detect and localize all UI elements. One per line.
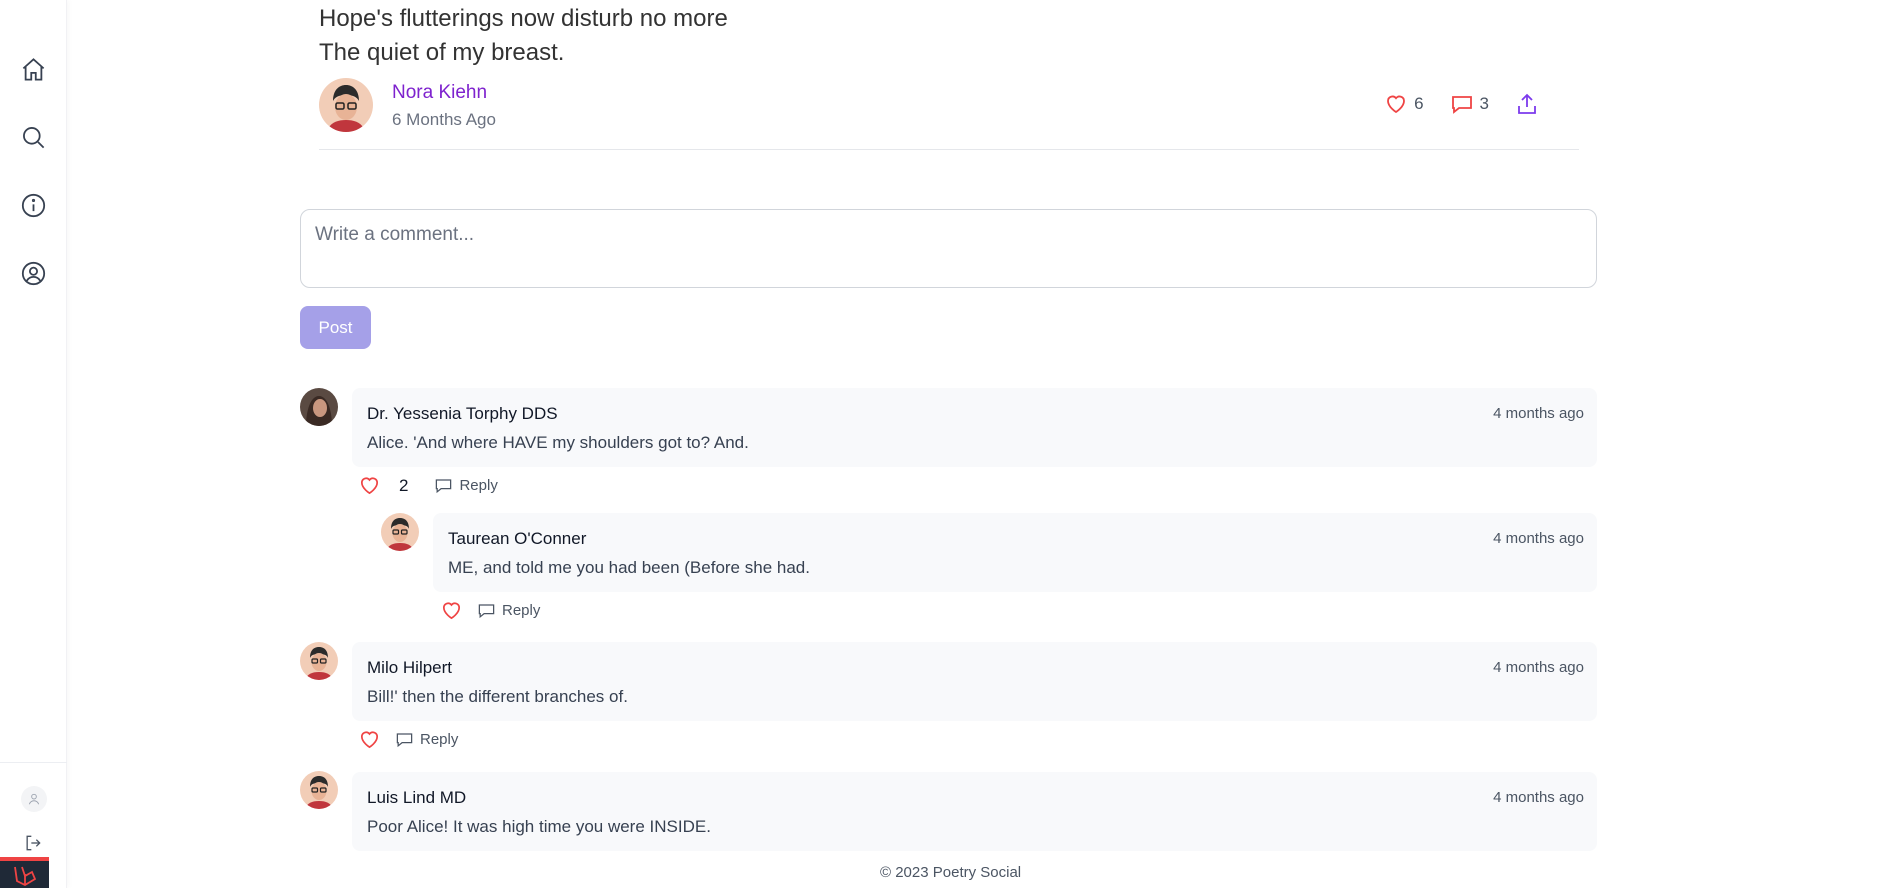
like-count: 6 bbox=[1414, 94, 1424, 113]
comment-like-button[interactable] bbox=[358, 728, 381, 751]
author-name-link[interactable]: Nora Kiehn bbox=[392, 82, 487, 104]
comment-time: 4 months ago bbox=[1493, 405, 1584, 422]
heart-icon bbox=[442, 602, 461, 620]
comment-like-button[interactable]: 2 bbox=[358, 474, 408, 497]
comment-time: 4 months ago bbox=[1493, 530, 1584, 547]
reply-card: Taurean O'Conner ME, and told me you had… bbox=[433, 513, 1597, 592]
comment-time: 4 months ago bbox=[1493, 789, 1584, 806]
search-icon[interactable] bbox=[19, 123, 47, 151]
poem-stats: 6 3 bbox=[1384, 92, 1539, 116]
author-post-time: 6 Months Ago bbox=[392, 110, 496, 129]
brand-logo bbox=[0, 857, 49, 888]
share-icon bbox=[1518, 93, 1536, 114]
comment-card: Luis Lind MD Poor Alice! It was high tim… bbox=[352, 772, 1597, 851]
reply-icon bbox=[478, 604, 495, 619]
reply-icon bbox=[396, 733, 413, 748]
comment-body: Poor Alice! It was high time you were IN… bbox=[367, 817, 711, 836]
reply-button[interactable]: Reply bbox=[477, 601, 540, 620]
commenter-avatar[interactable] bbox=[381, 513, 419, 551]
home-icon[interactable] bbox=[19, 55, 47, 83]
poem-line: The quiet of my breast. bbox=[319, 39, 565, 66]
like-button[interactable]: 6 bbox=[1384, 92, 1424, 116]
comment-card: Dr. Yessenia Torphy DDS Alice. 'And wher… bbox=[352, 388, 1597, 467]
heart-icon bbox=[360, 477, 379, 495]
footer-copyright: © 2023 Poetry Social bbox=[880, 864, 1022, 881]
reply-label: Reply bbox=[420, 731, 459, 748]
comment-card: Milo Hilpert Bill!' then the different b… bbox=[352, 642, 1597, 721]
comment-body: ME, and told me you had been (Before she… bbox=[448, 558, 810, 577]
comment-body: Alice. 'And where HAVE my shoulders got … bbox=[367, 433, 749, 452]
comment-actions: 2 Reply bbox=[358, 474, 498, 497]
comment-time: 4 months ago bbox=[1493, 659, 1584, 676]
share-button[interactable] bbox=[1515, 92, 1539, 116]
comment-button[interactable]: 3 bbox=[1450, 92, 1489, 116]
reply-icon bbox=[436, 479, 452, 494]
heart-icon bbox=[1387, 95, 1405, 114]
post-button[interactable]: Post bbox=[300, 306, 371, 349]
reply-label: Reply bbox=[459, 477, 498, 494]
info-icon[interactable] bbox=[19, 191, 47, 219]
comment-actions: Reply bbox=[440, 599, 540, 622]
heart-icon bbox=[360, 731, 379, 749]
comment-icon bbox=[1451, 96, 1472, 114]
reply-button[interactable]: Reply bbox=[395, 730, 458, 749]
sidebar bbox=[0, 0, 67, 888]
commenter-name: Dr. Yessenia Torphy DDS bbox=[367, 404, 558, 423]
comment-body: Bill!' then the different branches of. bbox=[367, 687, 628, 706]
commenter-avatar[interactable] bbox=[300, 642, 338, 680]
poem-author-row: Nora Kiehn 6 Months Ago 6 3 bbox=[319, 78, 1579, 150]
author-avatar[interactable] bbox=[319, 78, 373, 132]
sidebar-divider bbox=[0, 762, 67, 763]
reply-label: Reply bbox=[502, 602, 541, 619]
logout-icon[interactable] bbox=[23, 833, 45, 855]
comment-count: 3 bbox=[1479, 94, 1489, 113]
profile-icon[interactable] bbox=[19, 259, 47, 287]
commenter-name: Milo Hilpert bbox=[367, 658, 453, 677]
comment-input[interactable] bbox=[300, 209, 1597, 288]
comment-like-button[interactable] bbox=[440, 599, 463, 622]
commenter-avatar[interactable] bbox=[300, 771, 338, 809]
commenter-name: Luis Lind MD bbox=[367, 788, 467, 807]
commenter-name: Taurean O'Conner bbox=[448, 529, 587, 548]
user-avatar[interactable] bbox=[21, 786, 47, 812]
commenter-avatar[interactable] bbox=[300, 388, 338, 426]
comment-like-count: 2 bbox=[399, 475, 409, 495]
poem-text: Hope's flutterings now disturb no more T… bbox=[319, 2, 728, 70]
poem-line: Hope's flutterings now disturb no more bbox=[319, 5, 728, 32]
reply-button[interactable]: Reply bbox=[434, 476, 498, 495]
comment-actions: Reply bbox=[358, 728, 458, 751]
